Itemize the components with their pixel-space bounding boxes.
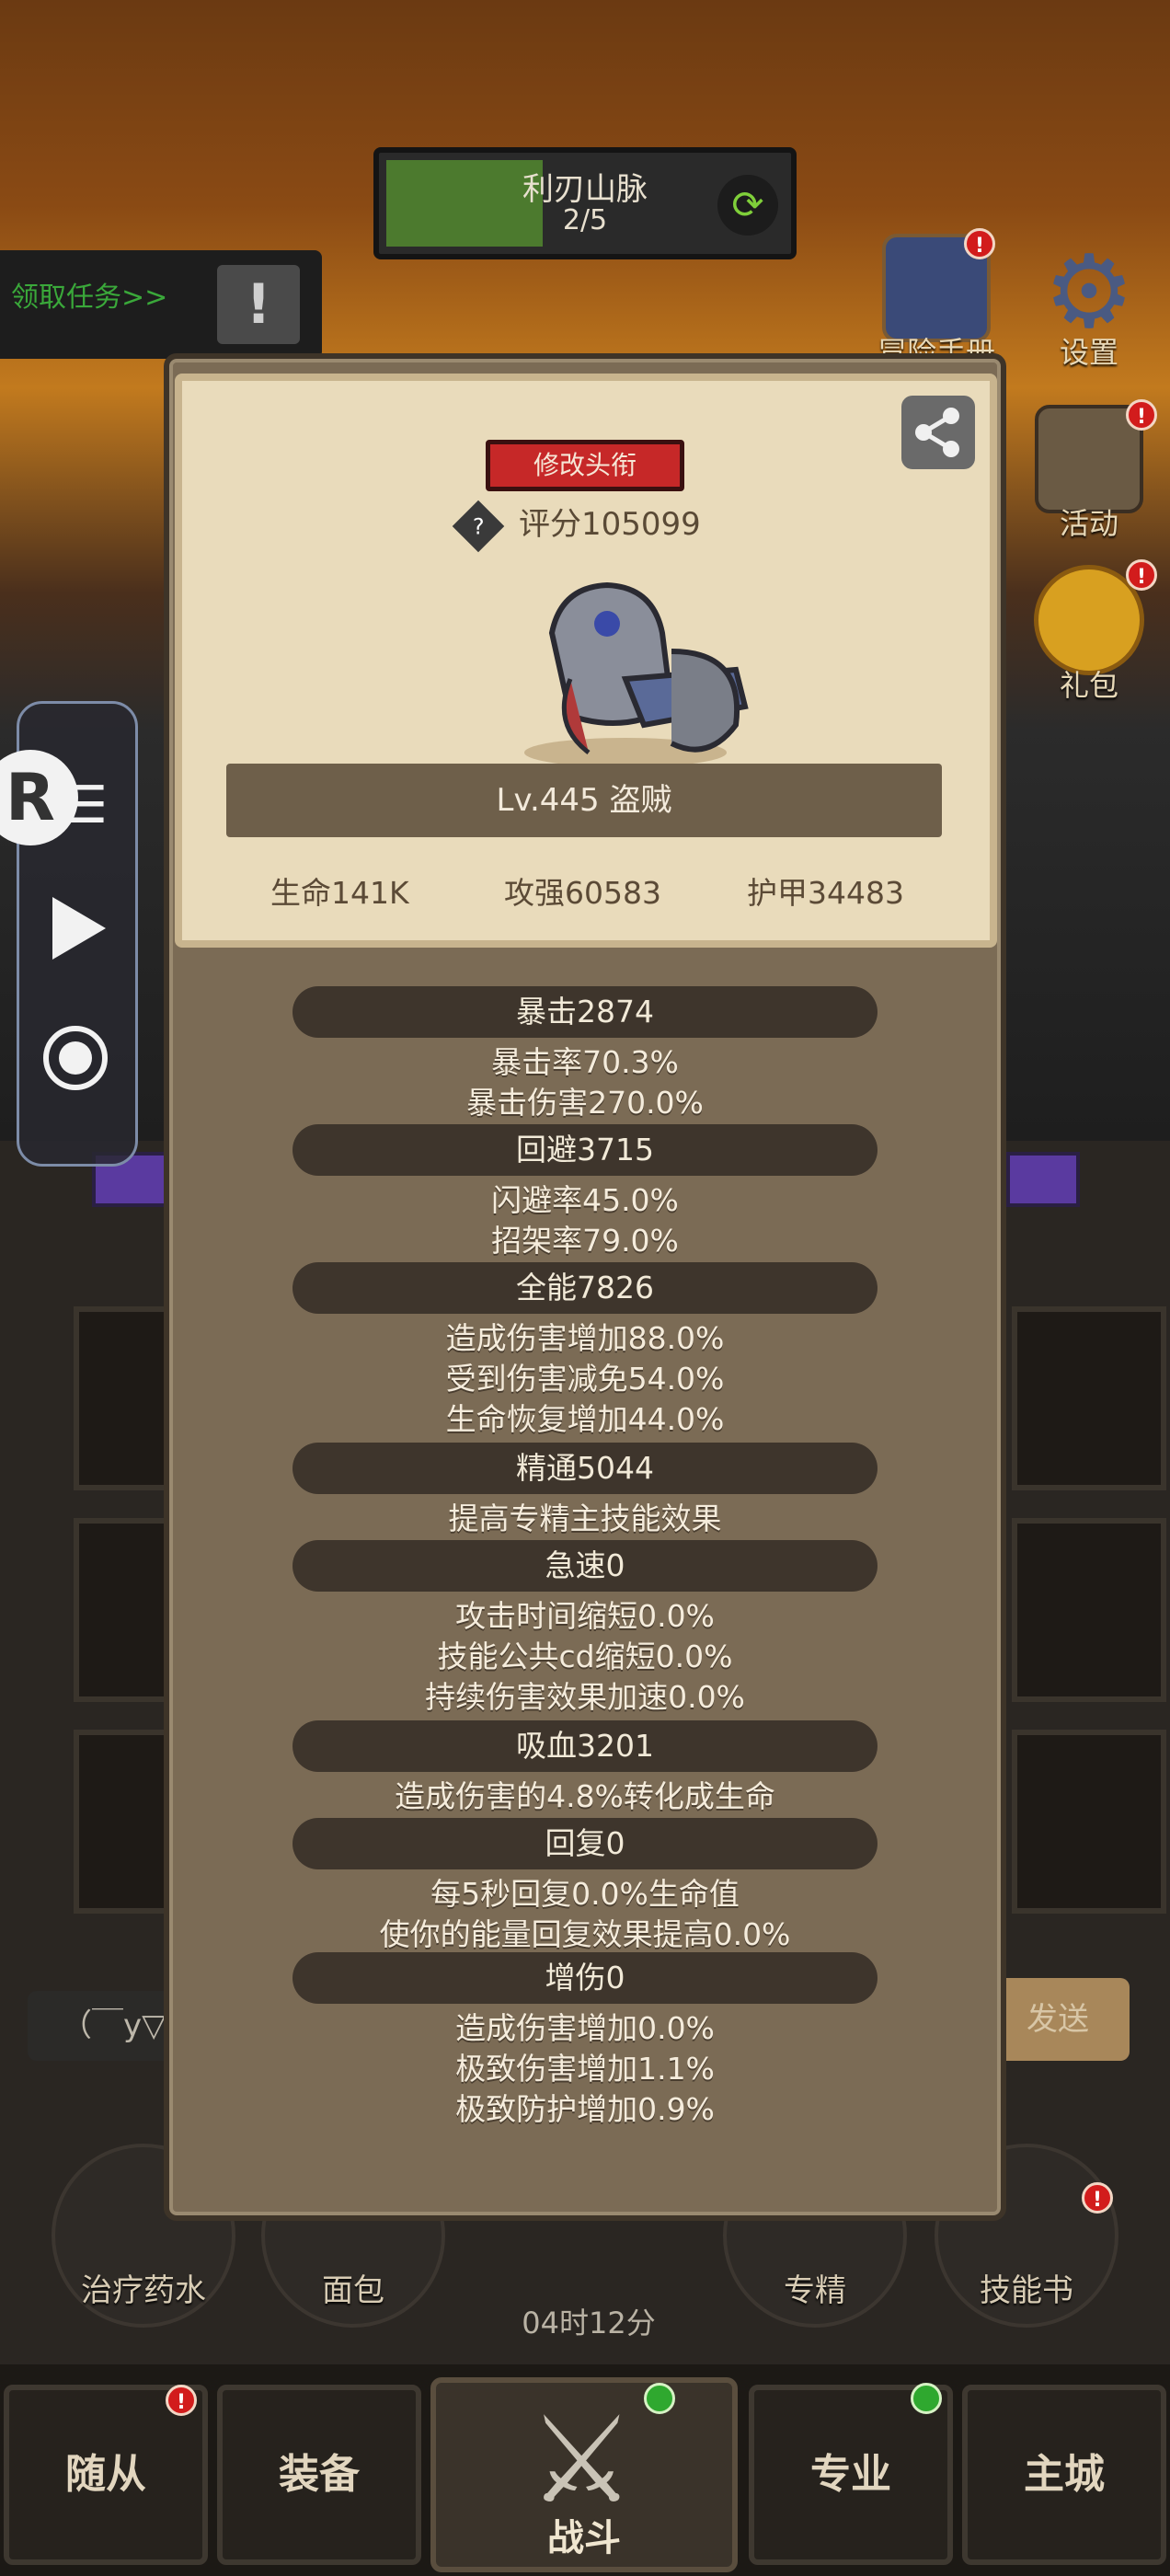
section-line: 造成伤害增加88.0%	[445, 1320, 725, 1356]
nav-battle-label: 战斗	[547, 2517, 621, 2559]
section-line: 每5秒回复0.0%生命值	[430, 1876, 740, 1912]
section-line: 造成伤害的4.8%转化成生命	[395, 1778, 775, 1814]
side-item-gift-pack[interactable]: 礼包 !	[1025, 559, 1157, 705]
share-button[interactable]	[901, 396, 975, 469]
score-row: ? 评分105099	[452, 500, 701, 552]
stat-armor: 护甲34483	[747, 875, 904, 911]
consumable-label: 专精	[784, 2272, 846, 2309]
question-diamond-icon[interactable]: ?	[452, 500, 505, 552]
gear-icon: ⚙	[1043, 233, 1135, 351]
quest-label: 领取任务>>	[11, 282, 168, 314]
inventory-slot[interactable]	[1012, 1518, 1166, 1702]
side-item-label: 礼包	[1059, 668, 1118, 703]
section-line: 受到伤害减免54.0%	[445, 1361, 725, 1397]
section-line: 闪避率45.0%	[491, 1182, 679, 1218]
record-icon[interactable]	[43, 1026, 108, 1090]
section-line: 暴击伤害270.0%	[466, 1085, 704, 1121]
change-title-button[interactable]: 修改头衔	[486, 440, 684, 491]
side-item-events[interactable]: 活动 !	[1025, 399, 1157, 543]
consumable-label: 技能书	[980, 2272, 1073, 2309]
share-icon	[915, 408, 959, 457]
section-header-versatility: 全能7826	[292, 1262, 878, 1314]
zone-progress-banner[interactable]: 利刃山脉 2/5 ⟳	[373, 147, 797, 259]
notification-dot	[644, 2383, 675, 2414]
notification-badge: !	[964, 228, 995, 259]
section-line: 造成伤害增加0.0%	[455, 2010, 715, 2046]
section-line: 持续伤害效果加速0.0%	[425, 1679, 745, 1715]
section-line: 极致防护增加0.9%	[455, 2091, 715, 2127]
section-header-haste: 急速0	[292, 1540, 878, 1592]
notification-badge: !	[1126, 399, 1157, 431]
section-header-mastery: 精通5044	[292, 1443, 878, 1494]
section-line: 极致伤害增加1.1%	[455, 2051, 715, 2087]
section-line: 提高专精主技能效果	[448, 1501, 722, 1536]
consumable-label: 面包	[322, 2272, 384, 2309]
refresh-icon[interactable]: ⟳	[717, 175, 778, 236]
quest-alert-button[interactable]: !	[217, 265, 300, 344]
inventory-slot[interactable]	[1012, 1730, 1166, 1914]
quest-tab[interactable]: 领取任务>> !	[0, 250, 322, 359]
section-line: 招架率79.0%	[491, 1223, 679, 1259]
notification-badge: !	[1082, 2182, 1113, 2214]
section-line: 暴击率70.3%	[491, 1044, 679, 1080]
screen-recorder-panel[interactable]: R ☰	[0, 701, 138, 1167]
side-item-settings[interactable]: ⚙ 设置	[1025, 241, 1153, 372]
hero-portrait	[524, 581, 749, 767]
section-header-dodge: 回避3715	[292, 1124, 878, 1176]
section-line: 生命恢复增加44.0%	[445, 1401, 725, 1437]
nav-main-city[interactable]: 主城	[962, 2385, 1166, 2565]
section-header-damage-bonus: 增伤0	[292, 1952, 878, 2004]
notification-dot	[911, 2383, 942, 2414]
stat-health: 生命141K	[270, 875, 409, 911]
consumable-label: 治疗药水	[81, 2272, 206, 2309]
section-line: 技能公共cd缩短0.0%	[437, 1639, 733, 1674]
section-header-recovery: 回复0	[292, 1818, 878, 1869]
menu-list-icon[interactable]: ☰	[62, 776, 108, 835]
send-button[interactable]: 发送	[986, 1978, 1130, 2061]
side-item-adventure-handbook[interactable]: 冒险手册 !	[872, 228, 1001, 372]
section-line: 使你的能量回复效果提高0.0%	[379, 1916, 791, 1952]
nav-battle[interactable]: ⚔ 战斗	[430, 2377, 738, 2572]
section-header-crit: 暴击2874	[292, 986, 878, 1038]
chat-input[interactable]: （￣y▽	[28, 1991, 184, 2061]
progress-bar-right	[1006, 1152, 1080, 1207]
timer-text: 04时12分	[522, 2306, 656, 2340]
inventory-slot[interactable]	[1012, 1306, 1166, 1490]
notification-badge: !	[166, 2385, 197, 2416]
level-class-banner: Lv.445 盗贼	[226, 764, 942, 837]
score-text: 评分105099	[519, 506, 701, 543]
crossed-swords-icon: ⚔	[528, 2390, 636, 2530]
stat-attack-power: 攻强60583	[504, 875, 661, 911]
notification-badge: !	[1126, 559, 1157, 591]
side-item-label: 活动	[1059, 506, 1118, 541]
section-line: 攻击时间缩短0.0%	[455, 1598, 715, 1634]
play-icon[interactable]	[52, 897, 106, 960]
nav-equipment[interactable]: 装备	[217, 2385, 421, 2565]
section-header-lifesteal: 吸血3201	[292, 1720, 878, 1772]
